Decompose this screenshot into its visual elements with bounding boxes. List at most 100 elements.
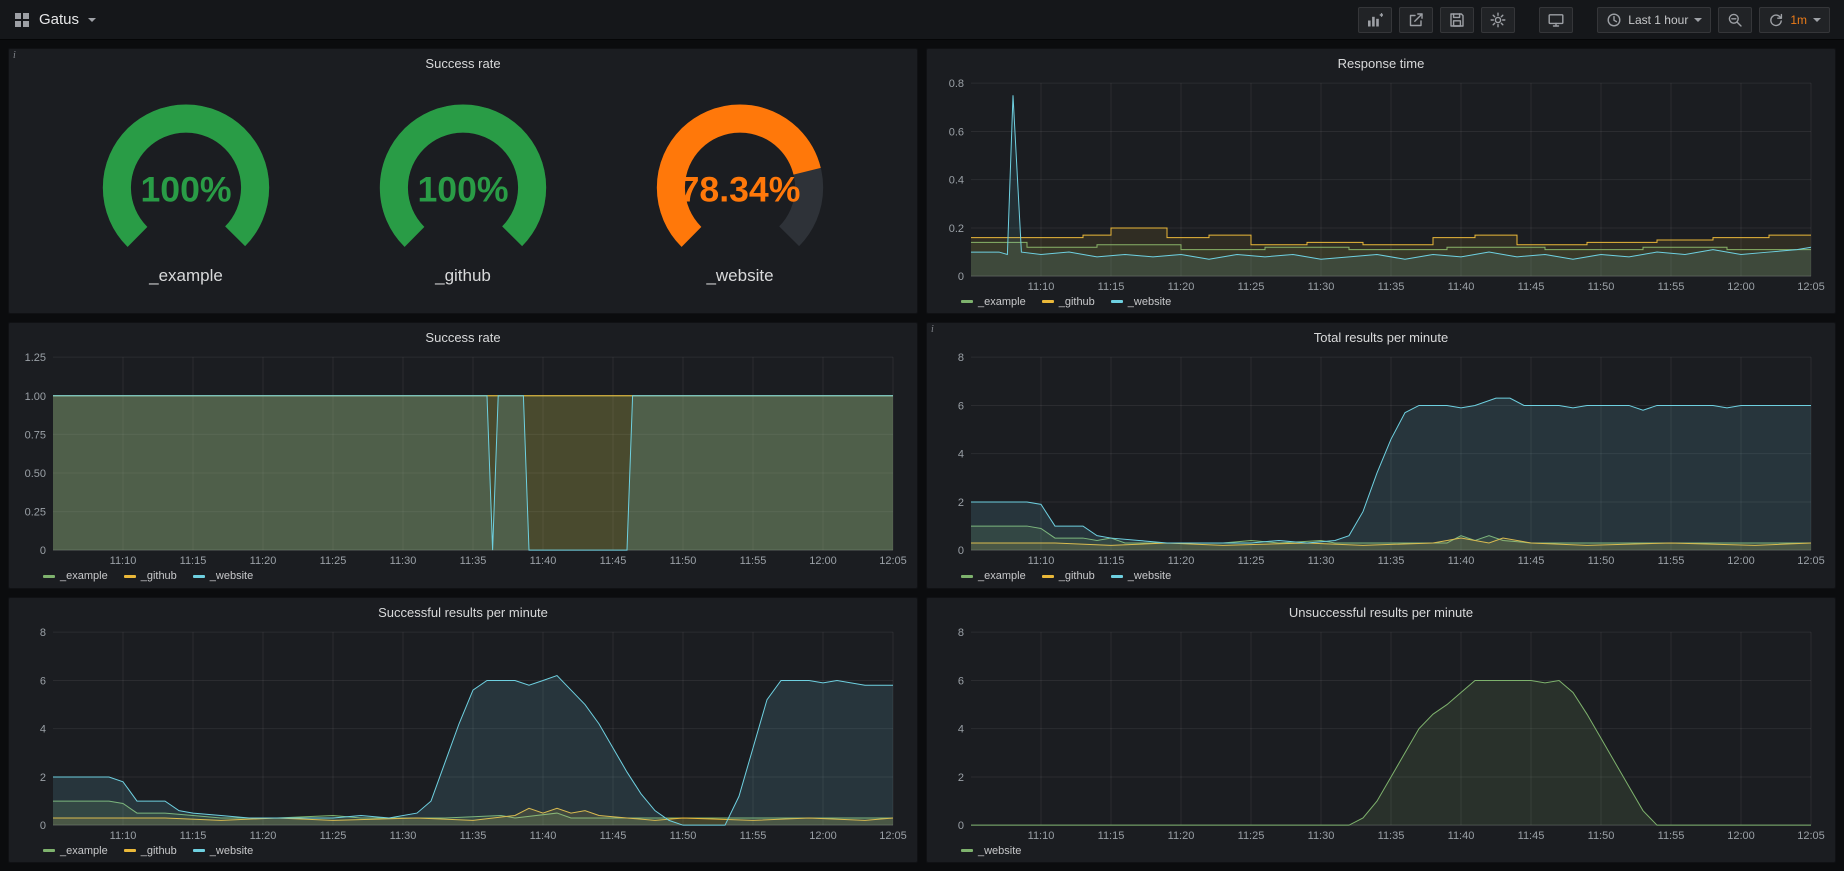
time-range-label: Last 1 hour: [1628, 13, 1688, 27]
svg-text:8: 8: [40, 627, 46, 639]
svg-text:11:10: 11:10: [110, 555, 137, 567]
panel-success-rate: Success rate 00.250.500.751.001.2511:101…: [8, 322, 918, 588]
time-series-plot[interactable]: 0246811:1011:1511:2011:2511:3011:3511:40…: [935, 622, 1827, 843]
legend-item-website[interactable]: _website: [193, 845, 253, 857]
legend-item-github[interactable]: _github: [1042, 296, 1095, 308]
dashboard-settings-button[interactable]: [1481, 7, 1515, 33]
chart-legend: _website: [935, 843, 1827, 860]
refresh-icon: [1768, 12, 1784, 28]
add-panel-icon: [1367, 12, 1383, 28]
panel-title[interactable]: Total results per minute: [935, 326, 1827, 347]
svg-text:11:45: 11:45: [1518, 555, 1545, 567]
time-range-picker[interactable]: Last 1 hour: [1597, 7, 1711, 33]
svg-text:11:35: 11:35: [460, 830, 487, 842]
svg-text:11:50: 11:50: [670, 830, 697, 842]
panel-title[interactable]: Response time: [935, 52, 1827, 73]
refresh-button[interactable]: 1m: [1759, 7, 1830, 33]
legend-series-color: [43, 849, 55, 852]
gauge-label: _github: [435, 266, 491, 286]
legend-item-example[interactable]: _example: [961, 570, 1026, 582]
time-series-plot[interactable]: 00.20.40.60.811:1011:1511:2011:2511:3011…: [935, 73, 1827, 294]
zoom-out-button[interactable]: [1718, 7, 1752, 33]
legend-series-color: [124, 849, 136, 852]
panel-title[interactable]: Unsuccessful results per minute: [935, 601, 1827, 622]
legend-item-github[interactable]: _github: [124, 570, 177, 582]
panel-response-time: Response time 00.20.40.60.811:1011:1511:…: [926, 48, 1836, 314]
panel-title[interactable]: Success rate: [17, 52, 909, 73]
gauge-arc: 100%: [78, 99, 294, 272]
svg-text:11:20: 11:20: [250, 555, 277, 567]
svg-text:11:30: 11:30: [390, 555, 417, 567]
gauge-label: _example: [149, 266, 223, 286]
dashboard-grid: i Success rate 100%_example100%_github78…: [0, 40, 1844, 871]
svg-text:0.4: 0.4: [949, 175, 964, 187]
svg-text:11:25: 11:25: [1238, 281, 1265, 293]
save-button[interactable]: [1440, 7, 1474, 33]
legend-item-example[interactable]: _example: [43, 570, 108, 582]
legend-item-example[interactable]: _example: [43, 845, 108, 857]
svg-text:4: 4: [958, 449, 964, 461]
share-button[interactable]: [1399, 7, 1433, 33]
gauge-value: 100%: [140, 169, 231, 209]
svg-text:11:10: 11:10: [110, 830, 137, 842]
svg-text:8: 8: [958, 627, 964, 639]
svg-text:0: 0: [40, 545, 46, 557]
legend-item-github[interactable]: _github: [1042, 570, 1095, 582]
dashboard-grid-icon[interactable]: [14, 12, 30, 28]
svg-text:11:15: 11:15: [180, 830, 207, 842]
svg-text:11:30: 11:30: [1308, 555, 1335, 567]
caret-down-icon: [1694, 18, 1702, 22]
svg-text:0.50: 0.50: [25, 468, 46, 480]
tv-mode-button[interactable]: [1539, 7, 1573, 33]
caret-down-icon: [1813, 18, 1821, 22]
legend-item-website[interactable]: _website: [193, 570, 253, 582]
legend-series-color: [1042, 575, 1054, 578]
svg-text:1.25: 1.25: [25, 352, 46, 364]
gauge-arc: 100%: [355, 99, 571, 272]
svg-text:11:25: 11:25: [320, 555, 347, 567]
time-series-plot[interactable]: 00.250.500.751.001.2511:1011:1511:2011:2…: [17, 347, 909, 568]
time-series-plot[interactable]: 0246811:1011:1511:2011:2511:3011:3511:40…: [17, 622, 909, 843]
svg-text:12:05: 12:05: [1797, 281, 1825, 293]
svg-text:0.75: 0.75: [25, 430, 46, 442]
svg-text:11:15: 11:15: [180, 555, 207, 567]
svg-text:11:55: 11:55: [1658, 281, 1685, 293]
svg-text:11:50: 11:50: [1588, 830, 1615, 842]
legend-item-website[interactable]: _website: [1111, 570, 1171, 582]
grafana-app: Gatus Last 1 hour: [0, 0, 1844, 871]
legend-series-color: [961, 849, 973, 852]
svg-text:11:15: 11:15: [1098, 281, 1125, 293]
svg-text:6: 6: [40, 675, 46, 687]
svg-text:12:05: 12:05: [1797, 830, 1825, 842]
svg-text:12:00: 12:00: [809, 555, 837, 567]
svg-text:11:55: 11:55: [1658, 555, 1685, 567]
panel-total-results: i Total results per minute 0246811:1011:…: [926, 322, 1836, 588]
svg-text:11:40: 11:40: [1448, 281, 1475, 293]
legend-item-website[interactable]: _website: [961, 845, 1021, 857]
add-panel-button[interactable]: [1358, 7, 1392, 33]
legend-series-color: [1111, 300, 1123, 303]
chart-legend: _example _github _website: [935, 569, 1827, 586]
legend-item-example[interactable]: _example: [961, 296, 1026, 308]
svg-text:12:05: 12:05: [879, 830, 907, 842]
legend-series-color: [124, 575, 136, 578]
caret-down-icon[interactable]: [88, 18, 96, 22]
svg-text:12:05: 12:05: [879, 555, 907, 567]
legend-item-github[interactable]: _github: [124, 845, 177, 857]
gauge-value: 78.34%: [680, 169, 801, 209]
svg-text:0.6: 0.6: [949, 126, 964, 138]
panel-title[interactable]: Success rate: [17, 326, 909, 347]
legend-item-website[interactable]: _website: [1111, 296, 1171, 308]
panel-info-icon[interactable]: i: [931, 324, 934, 336]
panel-title[interactable]: Successful results per minute: [17, 601, 909, 622]
svg-text:11:35: 11:35: [1378, 830, 1405, 842]
navbar-right: Last 1 hour 1m: [1358, 7, 1830, 33]
svg-text:2: 2: [40, 772, 46, 784]
svg-text:11:40: 11:40: [1448, 555, 1475, 567]
svg-text:0.25: 0.25: [25, 507, 46, 519]
dashboard-title[interactable]: Gatus: [39, 11, 79, 28]
svg-text:11:35: 11:35: [460, 555, 487, 567]
time-series-plot[interactable]: 0246811:1011:1511:2011:2511:3011:3511:40…: [935, 347, 1827, 568]
panel-info-icon[interactable]: i: [13, 50, 16, 62]
legend-series-color: [193, 575, 205, 578]
